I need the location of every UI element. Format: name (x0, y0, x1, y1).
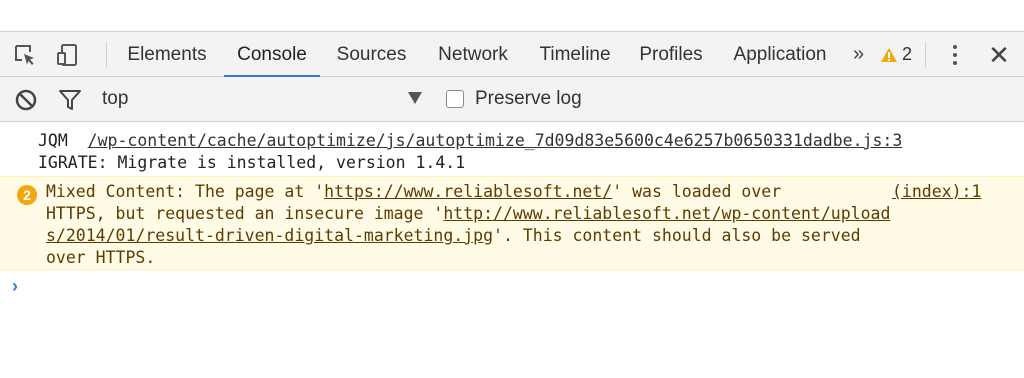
toolbar-divider (106, 42, 107, 68)
device-toolbar-icon[interactable] (54, 41, 82, 69)
console-prompt[interactable]: › (12, 276, 18, 297)
page-url-link[interactable]: https://www.reliablesoft.net/ (324, 182, 612, 201)
warning-text-part: '. This content should also be served (493, 226, 861, 245)
tab-sources[interactable]: Sources (334, 32, 409, 77)
warning-text-part: ' was loaded over (612, 182, 782, 201)
inspect-element-icon[interactable] (11, 41, 39, 69)
tab-application[interactable]: Application (729, 32, 831, 77)
clear-console-icon[interactable] (13, 87, 39, 113)
tab-network[interactable]: Network (435, 32, 511, 77)
more-tabs-button[interactable]: » (853, 32, 864, 77)
kebab-menu-icon[interactable] (943, 42, 967, 68)
image-url-link[interactable]: http://www.reliablesoft.net/wp-content/u… (443, 204, 890, 223)
tab-console[interactable]: Console (224, 32, 320, 78)
tab-elements[interactable]: Elements (125, 32, 209, 77)
warning-message: 2 Mixed Content: The page at 'https://ww… (0, 176, 1024, 270)
chevron-down-icon[interactable] (408, 92, 422, 104)
warning-text-part: HTTPS, but requested an insecure image ' (46, 204, 444, 223)
preserve-log-label[interactable]: Preserve log (475, 77, 582, 121)
toolbar-divider-right (925, 42, 926, 68)
tab-profiles[interactable]: Profiles (638, 32, 704, 77)
image-url-link-cont[interactable]: s/2014/01/result-driven-digital-marketin… (46, 226, 493, 245)
console-filter-bar: top Preserve log (0, 77, 1024, 122)
filter-icon[interactable] (57, 87, 83, 113)
warning-repeat-badge: 2 (17, 185, 37, 205)
log-source-link[interactable]: /wp-content/cache/autoptimize/js/autopti… (88, 131, 903, 150)
devtools-tab-bar: Elements Console Sources Network Timelin… (0, 31, 1024, 78)
log-line: JQM /wp-content/cache/autoptimize/js/aut… (38, 131, 902, 150)
console-output: JQM /wp-content/cache/autoptimize/js/aut… (0, 122, 1024, 378)
warning-source-link[interactable]: (index):1 (892, 181, 981, 203)
page-top-area (0, 0, 1024, 31)
tab-timeline[interactable]: Timeline (537, 32, 613, 77)
warning-text-part: Mixed Content: The page at ' (46, 182, 325, 201)
warning-text-part: over HTTPS. (46, 248, 156, 267)
warning-triangle-icon (881, 47, 897, 62)
preserve-log-checkbox[interactable] (446, 90, 464, 108)
close-icon[interactable]: ✕ (986, 41, 1012, 69)
warning-text: Mixed Content: The page at 'https://www.… (46, 181, 890, 269)
warnings-count-label: 2 (902, 44, 913, 64)
log-line: IGRATE: Migrate is installed, version 1.… (38, 153, 466, 172)
warnings-counter[interactable]: 2 (880, 32, 912, 77)
context-selector[interactable]: top (102, 77, 128, 121)
log-prefix: JQM (38, 131, 88, 150)
